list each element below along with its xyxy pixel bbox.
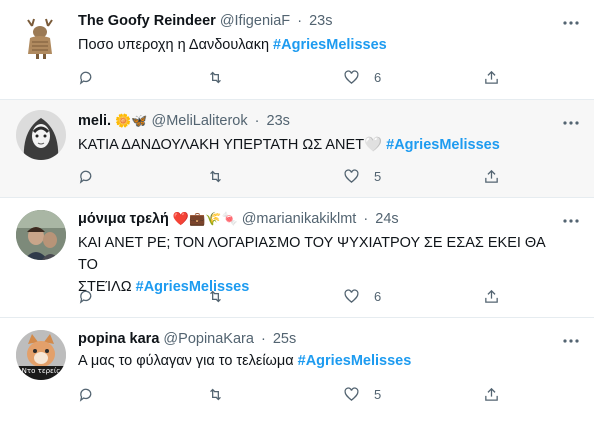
display-name[interactable]: The Goofy Reindeer xyxy=(78,13,216,29)
tweet-text-content: Ποσο υπεροχη η Δανδουλακη xyxy=(78,37,274,53)
separator: · xyxy=(260,331,266,347)
timestamp[interactable]: 25s xyxy=(273,331,296,347)
reply-button[interactable] xyxy=(78,384,95,404)
name-emojis: 🌼🦋 xyxy=(115,113,148,129)
tweet-text-content: ΚΑΤΙΑ ΔΑΝΔΟΥΛΑΚΗ ΥΠΕΡΤΑΤΗ ΩΣ ΑΝΕΤ🤍 xyxy=(78,137,387,153)
timestamp[interactable]: 23s xyxy=(309,13,332,29)
tweet-text: Α μας το φύλαγαν για το τελείωμα #Agries… xyxy=(78,350,558,372)
reply-button[interactable] xyxy=(78,166,95,186)
retweet-button[interactable] xyxy=(207,67,224,87)
reply-icon xyxy=(79,71,92,85)
tweet-2[interactable]: meli. 🌼🦋 @MeliLaliterok · 23s ΚΑΤΙΑ ΔΑΝΔ… xyxy=(0,100,594,198)
like-button[interactable]: 5 xyxy=(343,166,381,186)
like-count: 5 xyxy=(374,386,382,402)
tweet-text-content: Α μας το φύλαγαν για το τελείωμα xyxy=(78,353,298,369)
tweet-actions: 5 xyxy=(0,384,594,404)
retweet-button[interactable] xyxy=(207,166,224,186)
share-icon xyxy=(485,70,498,84)
tweet-header: The Goofy Reindeer @IfigeniaF · 23s xyxy=(78,11,332,31)
tweet-3[interactable]: μόνιμα τρελή ❤️💼🌾🍬 @marianikakiklmt · 24… xyxy=(0,198,594,318)
tweet-header: popina kara @PopinaKara · 25s xyxy=(78,329,296,349)
tweet-text-line: ΚΑΙ ΑΝΕΤ ΡΕ; ΤΟΝ ΛΟΓΑΡΙΑΣΜΟ ΤΟΥ ΨΥΧΙΑΤΡΟ… xyxy=(78,235,545,273)
tweet-1[interactable]: The Goofy Reindeer @IfigeniaF · 23s Ποσο… xyxy=(0,0,594,100)
like-count: 6 xyxy=(374,288,382,304)
timestamp[interactable]: 23s xyxy=(267,113,290,129)
avatar-caption: Ντο τερείς xyxy=(21,367,61,375)
tweet-text: Ποσο υπεροχη η Δανδουλακη #AgriesMelisse… xyxy=(78,34,558,56)
hashtag-link[interactable]: #AgriesMelisses xyxy=(298,353,412,369)
reindeer-avatar-icon xyxy=(16,12,66,62)
share-button[interactable] xyxy=(483,286,500,306)
reply-icon xyxy=(79,290,92,304)
reply-button[interactable] xyxy=(78,286,95,306)
user-handle[interactable]: @IfigeniaF xyxy=(220,13,290,29)
timestamp[interactable]: 24s xyxy=(375,211,398,227)
user-photo-icon xyxy=(16,210,66,260)
retweet-icon xyxy=(210,290,221,302)
like-icon xyxy=(344,288,359,303)
share-icon xyxy=(485,289,498,303)
share-icon xyxy=(485,387,498,401)
separator: · xyxy=(363,211,369,227)
share-button[interactable] xyxy=(483,67,500,87)
like-button[interactable]: 6 xyxy=(343,67,381,87)
tweet-text: ΚΑΤΙΑ ΔΑΝΔΟΥΛΑΚΗ ΥΠΕΡΤΑΤΗ ΩΣ ΑΝΕΤ🤍 #Agri… xyxy=(78,134,558,156)
avatar[interactable] xyxy=(16,12,66,62)
like-count: 6 xyxy=(374,69,382,85)
avatar[interactable] xyxy=(16,110,66,160)
hashtag-link[interactable]: #AgriesMelisses xyxy=(386,137,500,153)
share-icon xyxy=(485,169,498,183)
share-button[interactable] xyxy=(483,384,500,404)
reply-icon xyxy=(79,388,92,402)
more-icon[interactable] xyxy=(562,114,580,132)
separator: · xyxy=(297,13,303,29)
user-handle[interactable]: @marianikakiklmt xyxy=(242,211,357,227)
like-button[interactable]: 6 xyxy=(343,286,381,306)
display-name[interactable]: popina kara xyxy=(78,331,159,347)
more-icon[interactable] xyxy=(562,14,580,32)
tweet-4[interactable]: Ντο τερείς popina kara @PopinaKara · 25s… xyxy=(0,318,594,423)
like-icon xyxy=(344,69,359,84)
user-photo-icon xyxy=(16,110,66,160)
like-icon xyxy=(344,386,359,401)
hashtag-link[interactable]: #AgriesMelisses xyxy=(273,37,387,53)
user-handle[interactable]: @MeliLaliterok xyxy=(151,113,247,129)
tweet-header: μόνιμα τρελή ❤️💼🌾🍬 @marianikakiklmt · 24… xyxy=(78,209,399,229)
user-handle[interactable]: @PopinaKara xyxy=(163,331,254,347)
retweet-button[interactable] xyxy=(207,384,224,404)
tweet-actions: 5 xyxy=(0,166,594,186)
tweet-actions: 6 xyxy=(0,67,594,87)
avatar[interactable] xyxy=(16,210,66,260)
reply-icon xyxy=(79,170,92,184)
display-name[interactable]: meli. xyxy=(78,113,111,129)
reply-button[interactable] xyxy=(78,67,95,87)
display-name[interactable]: μόνιμα τρελή xyxy=(78,211,169,227)
avatar[interactable]: Ντο τερείς xyxy=(16,330,66,380)
more-icon[interactable] xyxy=(562,332,580,350)
retweet-icon xyxy=(210,170,221,182)
separator: · xyxy=(254,113,260,129)
retweet-button[interactable] xyxy=(207,286,224,306)
like-icon xyxy=(344,168,359,183)
tweet-header: meli. 🌼🦋 @MeliLaliterok · 23s xyxy=(78,111,290,131)
like-button[interactable]: 5 xyxy=(343,384,381,404)
like-count: 5 xyxy=(374,168,382,184)
tweet-actions: 6 xyxy=(0,286,594,306)
more-icon[interactable] xyxy=(562,212,580,230)
name-emojis: ❤️💼🌾🍬 xyxy=(172,211,238,227)
retweet-icon xyxy=(210,71,221,83)
retweet-icon xyxy=(210,388,221,400)
share-button[interactable] xyxy=(483,166,500,186)
